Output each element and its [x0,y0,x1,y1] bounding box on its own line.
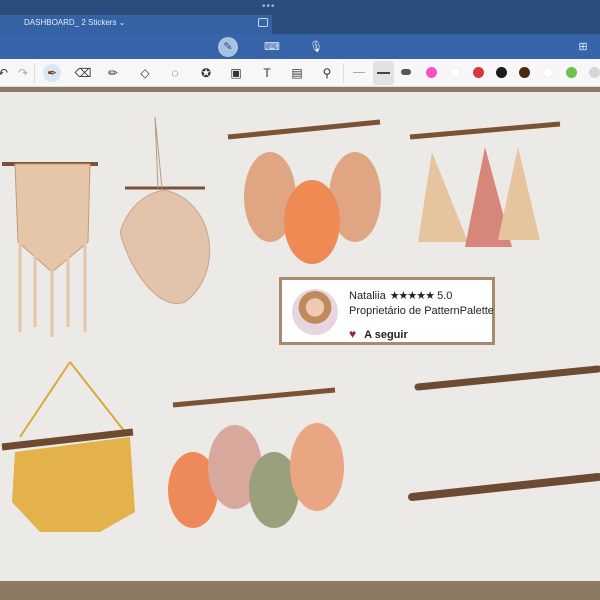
author-card[interactable]: Nataliia ★★★★★ 5.0 Proprietário de Patter… [279,277,495,345]
magic-tool-icon[interactable]: ⚲ [318,64,336,82]
more-icon[interactable]: ••• [262,1,276,12]
heart-icon: ♥ [349,327,357,341]
rating-stars-icon: ★★★★★ [389,290,435,302]
shapes-icon[interactable]: ◇ [136,64,154,82]
medium-stroke[interactable] [373,61,394,85]
color-white[interactable] [450,67,461,78]
keyboard-icon[interactable]: ⌨ [262,37,282,57]
pen-tool-icon[interactable]: ✒ [43,64,61,82]
macrame-wall-hanging[interactable] [2,162,98,337]
tassel-hanging[interactable] [409,121,561,247]
avatar[interactable] [292,289,338,335]
yellow-macrame[interactable] [1,361,135,532]
author-name: Nataliia ★★★★★ 5.0 [349,290,453,302]
document-tab[interactable]: DASHBOARD_ 2 Stickers ⌄ [0,15,272,34]
color-gray[interactable] [589,67,600,78]
eraser-icon[interactable]: ⌫ [74,64,92,82]
thin-stroke[interactable] [353,72,365,73]
thick-stroke[interactable] [401,69,411,75]
redo-icon[interactable]: ↷ [14,64,32,82]
highlighter-icon[interactable]: ✏ [104,64,122,82]
undo-icon[interactable]: ↶ [0,64,12,82]
follow-button[interactable]: ♥ A seguir [349,327,408,341]
color-pink[interactable] [426,67,437,78]
leaf-hanging-three[interactable] [227,119,381,264]
text-icon[interactable]: T [258,64,276,82]
color-black[interactable] [496,67,507,78]
color-red[interactable] [473,67,484,78]
image-icon[interactable]: ▣ [227,64,245,82]
macrame-feather[interactable] [119,116,211,305]
branch-bottom[interactable] [408,473,600,501]
scan-icon[interactable]: ▤ [288,64,306,82]
microphone-icon[interactable]: 🎙 [306,37,326,57]
author-subtitle: Proprietário de PatternPalette [349,305,493,317]
pen-icon[interactable]: ✎ [218,37,238,57]
tab-bar-empty [272,15,600,34]
main-toolbar: ✎ ⌨ 🎙 ⊞ [0,34,600,59]
status-bar: ••• [0,0,600,15]
drawing-toolbar: ↶ ↷ ✒ ⌫ ✏ ◇ ◌ ✪ ▣ T ▤ ⚲ [0,59,600,87]
rating-value: 5.0 [437,290,453,302]
color-white-2[interactable] [543,67,554,78]
split-view-icon[interactable] [258,18,268,27]
color-brown[interactable] [519,67,530,78]
document-title[interactable]: DASHBOARD_ 2 Stickers ⌄ [24,18,125,27]
color-green[interactable] [566,67,577,78]
add-page-icon[interactable]: ⊞ [573,37,593,57]
leaf-hanging-four[interactable] [168,387,344,528]
branch-top[interactable] [414,365,600,391]
sticker-icon[interactable]: ✪ [197,64,215,82]
lasso-icon[interactable]: ◌ [166,64,184,82]
